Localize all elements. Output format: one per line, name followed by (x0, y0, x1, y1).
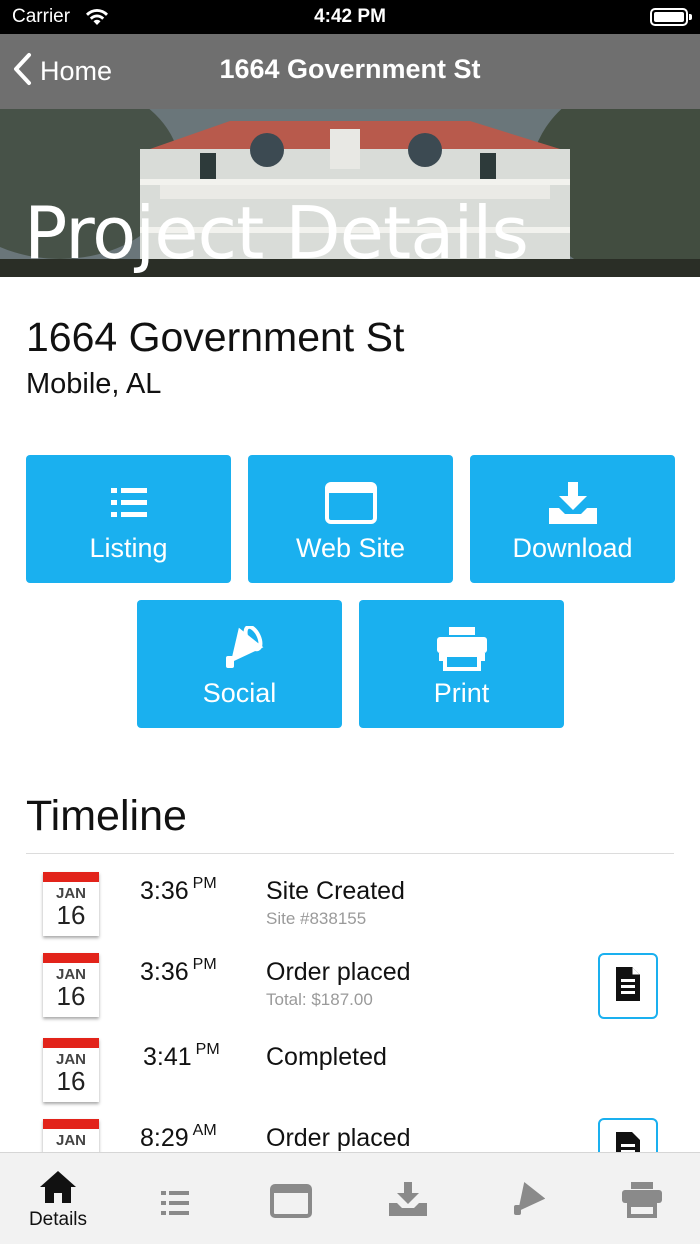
listing-button[interactable]: Listing (26, 455, 231, 583)
calendar-date-icon: JAN 16 (43, 953, 99, 1017)
time-value: 8:29 (140, 1124, 189, 1152)
calendar-month: JAN (55, 966, 86, 983)
timeline-time: 3:36 PM (140, 875, 217, 906)
timeline-time: 3:41 PM (143, 1041, 220, 1072)
document-icon (614, 965, 642, 1008)
timeline-time: 3:36 PM (140, 956, 217, 987)
download-tray-icon (387, 1179, 429, 1219)
timeline-event-title: Site Created (266, 877, 405, 905)
social-button-label: Social (202, 678, 277, 708)
tab-website[interactable] (233, 1153, 349, 1244)
time-value: 3:36 (140, 877, 189, 905)
megaphone-icon (505, 1179, 545, 1219)
printer-icon (435, 626, 489, 671)
status-time: 4:42 PM (314, 6, 386, 27)
calendar-date-icon: JAN 16 (43, 872, 99, 936)
back-button[interactable]: Home (12, 52, 112, 91)
hero-title: Project Details (24, 191, 529, 275)
website-button-label: Web Site (295, 533, 406, 563)
time-ampm: PM (192, 956, 217, 973)
timeline-event-title: Order placed (266, 958, 411, 986)
time-ampm: PM (192, 875, 217, 892)
tab-social[interactable] (467, 1153, 583, 1244)
megaphone-icon (216, 626, 264, 670)
chevron-left-icon (12, 52, 32, 91)
time-value: 3:41 (143, 1043, 192, 1071)
property-city: Mobile, AL (26, 368, 162, 400)
status-bar: Carrier 4:42 PM (0, 0, 700, 34)
calendar-date-icon: JAN 16 (43, 1038, 99, 1102)
timeline-time: 8:29 AM (140, 1122, 217, 1153)
home-icon (38, 1167, 78, 1207)
divider (26, 853, 674, 854)
tab-listing[interactable] (117, 1153, 233, 1244)
time-ampm: AM (192, 1122, 217, 1139)
print-button-label: Print (433, 678, 490, 708)
view-receipt-button[interactable] (598, 953, 658, 1019)
tab-download[interactable] (350, 1153, 466, 1244)
time-ampm: PM (195, 1041, 220, 1058)
download-button-label: Download (512, 533, 633, 563)
calendar-day: 16 (56, 981, 86, 1011)
printer-icon (620, 1179, 664, 1219)
hero-banner: Project Details (0, 109, 700, 277)
social-button[interactable]: Social (137, 600, 342, 728)
property-address: 1664 Government St (26, 314, 405, 360)
browser-window-icon (270, 1181, 312, 1221)
timeline-event-title: Completed (266, 1043, 387, 1071)
download-tray-icon (547, 481, 599, 525)
timeline-event-detail: Total: $187.00 (266, 990, 373, 1009)
listing-button-label: Listing (89, 533, 168, 563)
timeline-heading: Timeline (26, 792, 187, 840)
calendar-day: 16 (56, 900, 86, 930)
calendar-month: JAN (55, 1051, 86, 1068)
calendar-day: 16 (56, 1066, 86, 1096)
calendar-month: JAN (55, 1132, 86, 1149)
browser-window-icon (324, 481, 377, 525)
website-button[interactable]: Web Site (248, 455, 453, 583)
time-value: 3:36 (140, 958, 189, 986)
tab-bar: Details (0, 1152, 700, 1244)
tab-details[interactable]: Details (0, 1153, 116, 1244)
tab-details-label: Details (28, 1209, 88, 1230)
navigation-bar: Home 1664 Government St (0, 34, 700, 109)
list-icon (109, 481, 149, 525)
timeline-event-detail: Site #838155 (266, 909, 367, 928)
download-button[interactable]: Download (470, 455, 675, 583)
print-button[interactable]: Print (359, 600, 564, 728)
timeline-event-title: Order placed (266, 1124, 411, 1152)
calendar-month: JAN (55, 885, 86, 902)
battery-icon (650, 8, 692, 26)
list-icon (159, 1183, 191, 1223)
tab-print[interactable] (584, 1153, 700, 1244)
back-button-label: Home (40, 56, 113, 86)
